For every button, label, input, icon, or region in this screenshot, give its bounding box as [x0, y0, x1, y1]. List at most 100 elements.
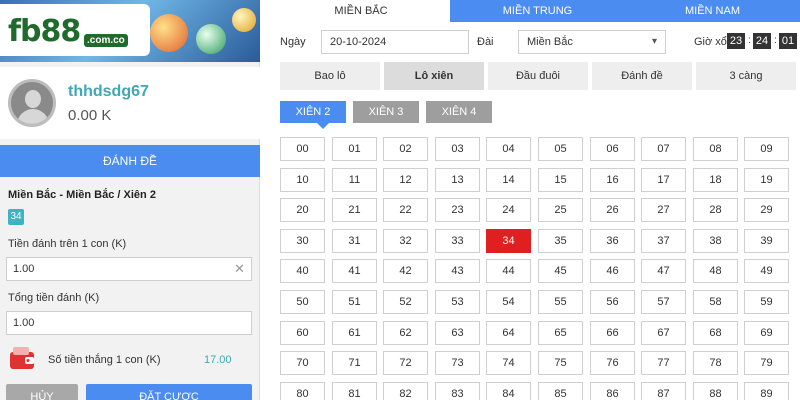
number-cell[interactable]: 24 [486, 198, 531, 222]
number-cell[interactable]: 64 [486, 321, 531, 345]
number-cell[interactable]: 59 [744, 290, 789, 314]
number-cell[interactable]: 21 [332, 198, 377, 222]
number-cell[interactable]: 75 [538, 351, 583, 375]
number-cell[interactable]: 08 [693, 137, 738, 161]
number-cell[interactable]: 34 [486, 229, 531, 253]
number-cell[interactable]: 62 [383, 321, 428, 345]
number-cell[interactable]: 05 [538, 137, 583, 161]
number-cell[interactable]: 07 [641, 137, 686, 161]
danh-de-button[interactable]: ĐÁNH ĐỀ [0, 145, 260, 177]
number-cell[interactable]: 36 [590, 229, 635, 253]
number-cell[interactable]: 80 [280, 382, 325, 400]
number-cell[interactable]: 38 [693, 229, 738, 253]
number-cell[interactable]: 69 [744, 321, 789, 345]
number-cell[interactable]: 87 [641, 382, 686, 400]
number-cell[interactable]: 28 [693, 198, 738, 222]
number-cell[interactable]: 14 [486, 168, 531, 192]
number-cell[interactable]: 27 [641, 198, 686, 222]
number-cell[interactable]: 22 [383, 198, 428, 222]
number-cell[interactable]: 73 [435, 351, 480, 375]
number-cell[interactable]: 71 [332, 351, 377, 375]
number-cell[interactable]: 15 [538, 168, 583, 192]
tab-mien-nam[interactable]: MIỀN NAM [625, 0, 800, 22]
number-cell[interactable]: 16 [590, 168, 635, 192]
number-cell[interactable]: 63 [435, 321, 480, 345]
number-cell[interactable]: 78 [693, 351, 738, 375]
station-select[interactable]: Miền Bắc [518, 30, 666, 54]
number-cell[interactable]: 19 [744, 168, 789, 192]
number-cell[interactable]: 77 [641, 351, 686, 375]
number-cell[interactable]: 89 [744, 382, 789, 400]
number-cell[interactable]: 13 [435, 168, 480, 192]
tab-xien-4[interactable]: XIÊN 4 [426, 101, 492, 123]
number-cell[interactable]: 67 [641, 321, 686, 345]
number-cell[interactable]: 31 [332, 229, 377, 253]
number-cell[interactable]: 11 [332, 168, 377, 192]
tab-danh-de[interactable]: Đánh đề [592, 62, 692, 90]
number-cell[interactable]: 57 [641, 290, 686, 314]
number-cell[interactable]: 02 [383, 137, 428, 161]
tab-mien-trung[interactable]: MIỀN TRUNG [450, 0, 625, 22]
number-cell[interactable]: 55 [538, 290, 583, 314]
tab-xien-3[interactable]: XIÊN 3 [353, 101, 419, 123]
number-cell[interactable]: 70 [280, 351, 325, 375]
chevron-down-icon[interactable]: ▾ [652, 36, 657, 47]
number-cell[interactable]: 18 [693, 168, 738, 192]
number-cell[interactable]: 35 [538, 229, 583, 253]
number-cell[interactable]: 82 [383, 382, 428, 400]
number-cell[interactable]: 44 [486, 259, 531, 283]
avatar[interactable] [8, 79, 56, 127]
number-cell[interactable]: 30 [280, 229, 325, 253]
tab-xien-2[interactable]: XIÊN 2 [280, 101, 346, 123]
number-cell[interactable]: 25 [538, 198, 583, 222]
number-cell[interactable]: 03 [435, 137, 480, 161]
number-cell[interactable]: 88 [693, 382, 738, 400]
number-cell[interactable]: 65 [538, 321, 583, 345]
stake-per-number-input[interactable] [6, 257, 252, 281]
number-cell[interactable]: 23 [435, 198, 480, 222]
number-cell[interactable]: 54 [486, 290, 531, 314]
number-cell[interactable]: 74 [486, 351, 531, 375]
number-cell[interactable]: 48 [693, 259, 738, 283]
tab-bao-lo[interactable]: Bao lô [280, 62, 380, 90]
number-cell[interactable]: 43 [435, 259, 480, 283]
place-bet-button[interactable]: ĐẶT CƯỢC [86, 384, 252, 400]
number-cell[interactable]: 46 [590, 259, 635, 283]
number-cell[interactable]: 58 [693, 290, 738, 314]
number-cell[interactable]: 39 [744, 229, 789, 253]
number-cell[interactable]: 37 [641, 229, 686, 253]
number-cell[interactable]: 72 [383, 351, 428, 375]
number-cell[interactable]: 17 [641, 168, 686, 192]
number-cell[interactable]: 20 [280, 198, 325, 222]
number-cell[interactable]: 83 [435, 382, 480, 400]
number-cell[interactable]: 01 [332, 137, 377, 161]
number-cell[interactable]: 50 [280, 290, 325, 314]
number-cell[interactable]: 51 [332, 290, 377, 314]
number-cell[interactable]: 04 [486, 137, 531, 161]
number-cell[interactable]: 60 [280, 321, 325, 345]
number-cell[interactable]: 79 [744, 351, 789, 375]
number-cell[interactable]: 47 [641, 259, 686, 283]
number-cell[interactable]: 06 [590, 137, 635, 161]
number-cell[interactable]: 52 [383, 290, 428, 314]
number-cell[interactable]: 09 [744, 137, 789, 161]
tab-dau-duoi[interactable]: Đầu đuôi [488, 62, 588, 90]
number-cell[interactable]: 10 [280, 168, 325, 192]
number-cell[interactable]: 84 [486, 382, 531, 400]
selected-number-chip[interactable]: 34 [8, 209, 24, 225]
number-cell[interactable]: 68 [693, 321, 738, 345]
number-cell[interactable]: 00 [280, 137, 325, 161]
number-cell[interactable]: 53 [435, 290, 480, 314]
number-cell[interactable]: 33 [435, 229, 480, 253]
number-cell[interactable]: 85 [538, 382, 583, 400]
number-cell[interactable]: 45 [538, 259, 583, 283]
number-cell[interactable]: 49 [744, 259, 789, 283]
number-cell[interactable]: 81 [332, 382, 377, 400]
number-cell[interactable]: 29 [744, 198, 789, 222]
number-cell[interactable]: 61 [332, 321, 377, 345]
number-cell[interactable]: 76 [590, 351, 635, 375]
number-cell[interactable]: 40 [280, 259, 325, 283]
tab-3-cang[interactable]: 3 càng [696, 62, 796, 90]
number-cell[interactable]: 56 [590, 290, 635, 314]
number-cell[interactable]: 86 [590, 382, 635, 400]
